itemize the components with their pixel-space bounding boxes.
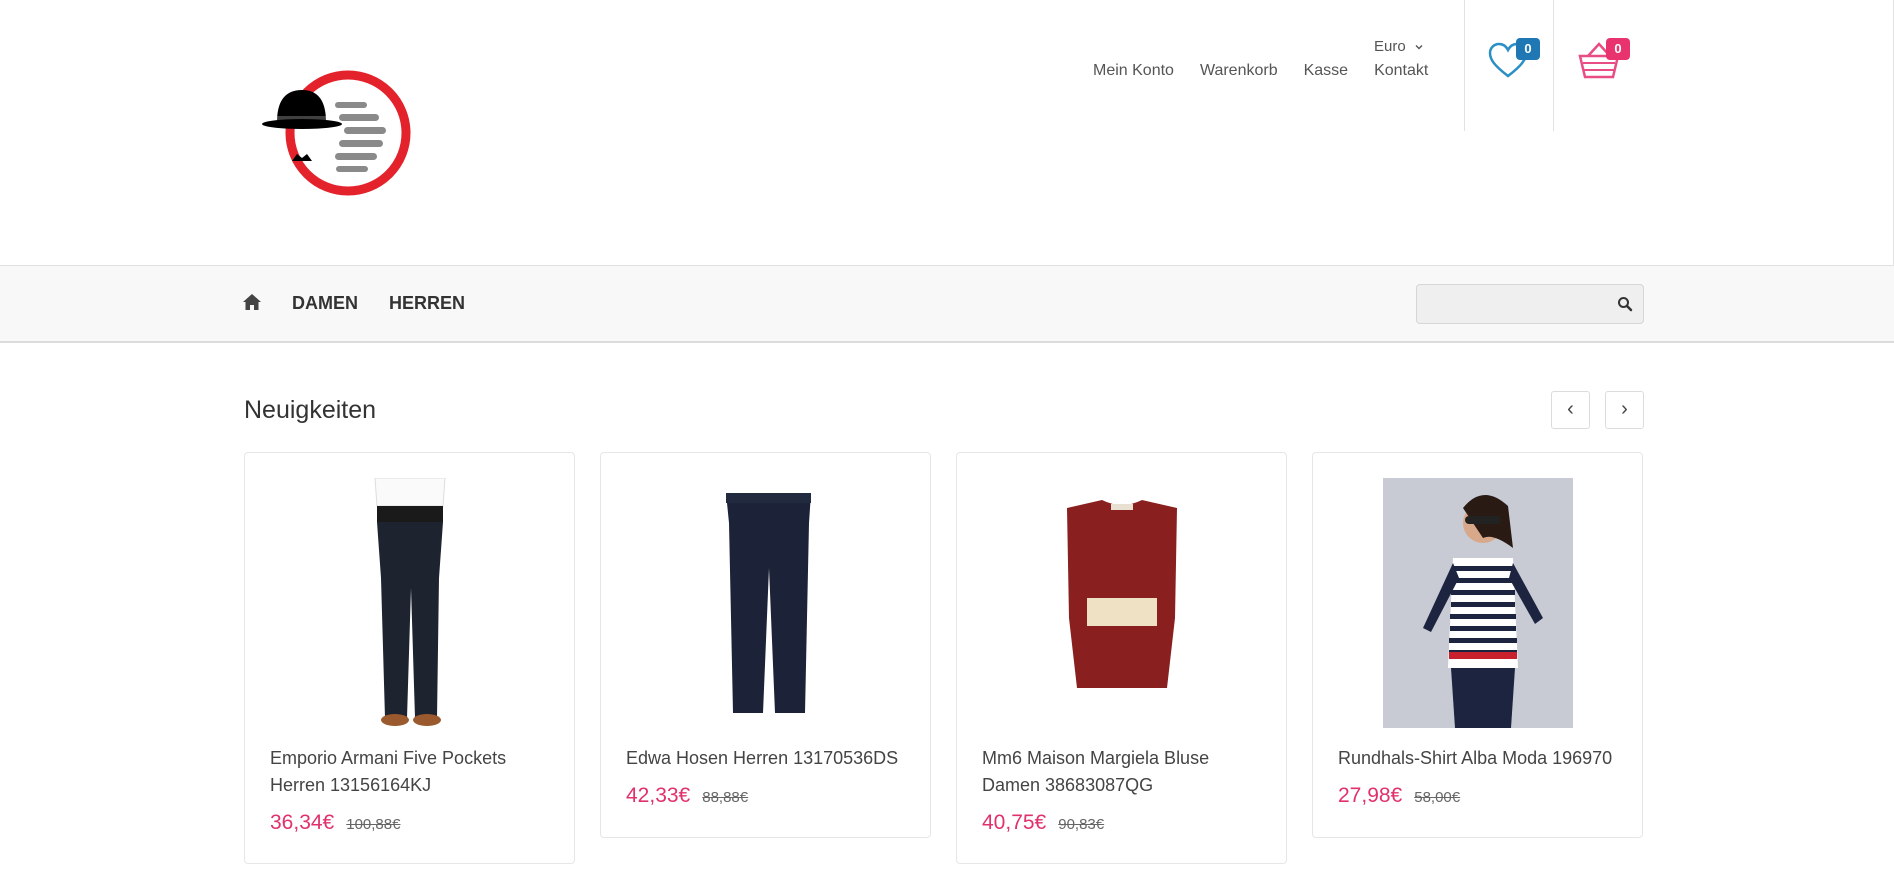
- search-icon[interactable]: [1617, 296, 1633, 312]
- nav-item-damen[interactable]: DAMEN: [292, 293, 358, 314]
- product-card[interactable]: Mm6 Maison Margiela Bluse Damen 38683087…: [956, 452, 1287, 864]
- currency-selector[interactable]: Euro: [1374, 38, 1424, 55]
- product-price-row: 42,33€ 88,88€: [626, 784, 748, 808]
- product-old-price: 90,83€: [1058, 816, 1105, 833]
- product-name[interactable]: Emporio Armani Five Pockets Herren 13156…: [270, 745, 560, 799]
- cart-button[interactable]: 0: [1578, 38, 1636, 84]
- main-navigation: DAMEN HERREN: [0, 265, 1894, 343]
- product-price: 42,33€: [626, 784, 691, 807]
- product-name[interactable]: Mm6 Maison Margiela Bluse Damen 38683087…: [982, 745, 1272, 799]
- product-image: [1066, 500, 1177, 688]
- link-warenkorb[interactable]: Warenkorb: [1200, 62, 1278, 80]
- shop-logo[interactable]: [262, 66, 412, 200]
- product-name[interactable]: Rundhals-Shirt Alba Moda 196970: [1338, 745, 1628, 772]
- product-name[interactable]: Edwa Hosen Herren 13170536DS: [626, 745, 916, 772]
- carousel-prev-button[interactable]: ‹: [1551, 391, 1590, 429]
- carousel-next-button[interactable]: ›: [1605, 391, 1644, 429]
- cart-count-badge: 0: [1606, 38, 1630, 60]
- product-price: 27,98€: [1338, 784, 1403, 807]
- product-price: 40,75€: [982, 811, 1047, 834]
- home-icon[interactable]: [242, 292, 262, 312]
- top-links: Mein Konto Warenkorb Kasse Kontakt: [1093, 62, 1428, 80]
- search-box: [1416, 284, 1644, 324]
- product-price-row: 27,98€ 58,00€: [1338, 784, 1460, 808]
- divider: [1464, 0, 1465, 131]
- site-header: Euro Mein Konto Warenkorb Kasse Kontakt …: [0, 0, 1894, 265]
- search-input[interactable]: [1417, 285, 1607, 323]
- divider: [1553, 0, 1554, 131]
- product-card[interactable]: Edwa Hosen Herren 13170536DS 42,33€ 88,8…: [600, 452, 931, 838]
- product-old-price: 58,00€: [1414, 789, 1461, 806]
- link-mein-konto[interactable]: Mein Konto: [1093, 62, 1174, 80]
- product-image: [373, 478, 446, 726]
- section-title: Neuigkeiten: [244, 396, 377, 424]
- product-image: [725, 493, 811, 713]
- product-old-price: 88,88€: [702, 789, 749, 806]
- product-card[interactable]: Rundhals-Shirt Alba Moda 196970 27,98€ 5…: [1312, 452, 1643, 838]
- currency-label: Euro: [1374, 38, 1406, 55]
- link-kasse[interactable]: Kasse: [1304, 62, 1348, 80]
- product-price-row: 40,75€ 90,83€: [982, 811, 1104, 835]
- product-old-price: 100,88€: [346, 816, 401, 833]
- wishlist-count-badge: 0: [1516, 38, 1540, 60]
- wishlist-button[interactable]: 0: [1488, 38, 1544, 84]
- product-price-row: 36,34€ 100,88€: [270, 811, 400, 835]
- product-price: 36,34€: [270, 811, 335, 834]
- product-image: [1382, 478, 1573, 728]
- product-card[interactable]: Emporio Armani Five Pockets Herren 13156…: [244, 452, 575, 864]
- chevron-down-icon: [1415, 44, 1423, 49]
- nav-item-herren[interactable]: HERREN: [389, 293, 465, 314]
- link-kontakt[interactable]: Kontakt: [1374, 62, 1428, 80]
